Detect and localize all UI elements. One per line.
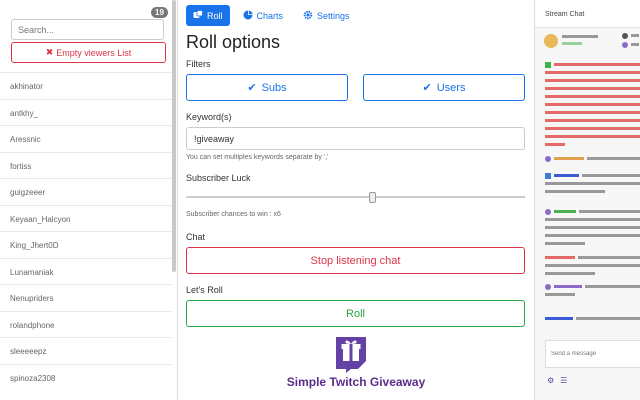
keywords-label: Keyword(s)	[186, 112, 232, 122]
empty-viewers-label: Empty viewers List	[56, 47, 132, 58]
viewer-item[interactable]: Lunamaniak	[0, 257, 172, 285]
chat-message-list	[545, 62, 640, 335]
brand-name: Simple Twitch Giveaway	[286, 375, 426, 389]
viewer-item[interactable]: spinoza2308	[0, 363, 172, 391]
stream-chat-panel: Stream Chat Send a message ⚙ ☰	[534, 0, 640, 400]
viewer-item[interactable]: Aressnic	[0, 125, 172, 152]
stop-listening-button[interactable]: Stop listening chat	[186, 247, 525, 274]
stream-chat-header: Stream Chat	[535, 0, 640, 28]
roll-options-panel: Roll Charts Settings Roll options Filter…	[178, 0, 534, 400]
tab-label: Roll	[207, 10, 223, 21]
chat-footer: ⚙ ☰	[547, 376, 567, 385]
check-icon: ✔	[247, 82, 257, 94]
users-filter-button[interactable]: ✔ Users	[363, 74, 525, 101]
viewer-item[interactable]: guigzeeer	[0, 178, 172, 205]
viewer-item[interactable]: antkhy_	[0, 98, 172, 126]
subscriber-luck-label: Subscriber Luck	[186, 173, 251, 183]
dice-icon	[193, 9, 203, 22]
viewer-item[interactable]: Nenupriders	[0, 284, 172, 311]
viewer-item[interactable]: akhinator	[0, 72, 172, 99]
list-icon[interactable]: ☰	[560, 376, 567, 385]
close-icon: ✖	[45, 47, 54, 57]
subscriber-luck-hint: Subscriber chances to win : x6	[186, 211, 281, 218]
tab-roll[interactable]: Roll	[186, 5, 230, 26]
keyword-hint: You can set multiples keywords separate …	[186, 154, 329, 161]
viewers-panel: 19 ✖ Empty viewers List akhinator antkhy…	[0, 0, 178, 400]
gear-icon	[303, 10, 313, 22]
roll-button[interactable]: Roll	[186, 300, 525, 327]
subscriber-luck-slider-thumb[interactable]	[368, 192, 376, 203]
keyword-input[interactable]	[186, 127, 525, 150]
viewer-list: akhinator antkhy_ Aressnic fortiss guigz…	[0, 72, 172, 390]
chat-message-input[interactable]	[545, 340, 640, 368]
viewer-list-scrollbar[interactable]	[172, 0, 176, 272]
viewer-item[interactable]: sleeeeepz	[0, 337, 172, 364]
tab-settings[interactable]: Settings	[296, 5, 357, 26]
viewer-item[interactable]: rolandphone	[0, 310, 172, 338]
chat-label: Chat	[186, 232, 206, 242]
subs-label: Subs	[261, 81, 287, 94]
gift-logo-icon	[334, 335, 368, 373]
viewer-item[interactable]: fortiss	[0, 151, 172, 179]
subs-filter-button[interactable]: ✔ Subs	[186, 74, 348, 101]
chat-user-block	[543, 32, 639, 52]
viewer-item[interactable]: King_Jhert0D	[0, 231, 172, 258]
page-title: Roll options	[186, 32, 281, 52]
tab-charts[interactable]: Charts	[236, 5, 291, 26]
tab-bar: Roll Charts Settings	[186, 5, 357, 26]
viewer-search-input[interactable]	[11, 19, 164, 40]
subscriber-luck-slider-track[interactable]	[186, 196, 525, 198]
pie-chart-icon	[243, 10, 253, 22]
tab-label: Charts	[256, 10, 284, 21]
filters-label: Filters	[186, 59, 211, 69]
check-icon: ✔	[422, 82, 432, 94]
app-root: 19 ✖ Empty viewers List akhinator antkhy…	[0, 0, 640, 400]
users-label: Users	[436, 81, 466, 94]
tab-label: Settings	[317, 10, 350, 21]
lets-roll-label: Let's Roll	[186, 285, 223, 295]
viewer-count-badge: 19	[151, 7, 168, 18]
empty-viewers-button[interactable]: ✖ Empty viewers List	[11, 42, 166, 63]
viewer-item[interactable]: Keyaan_Halcyon	[0, 204, 172, 232]
gear-icon[interactable]: ⚙	[547, 376, 554, 385]
